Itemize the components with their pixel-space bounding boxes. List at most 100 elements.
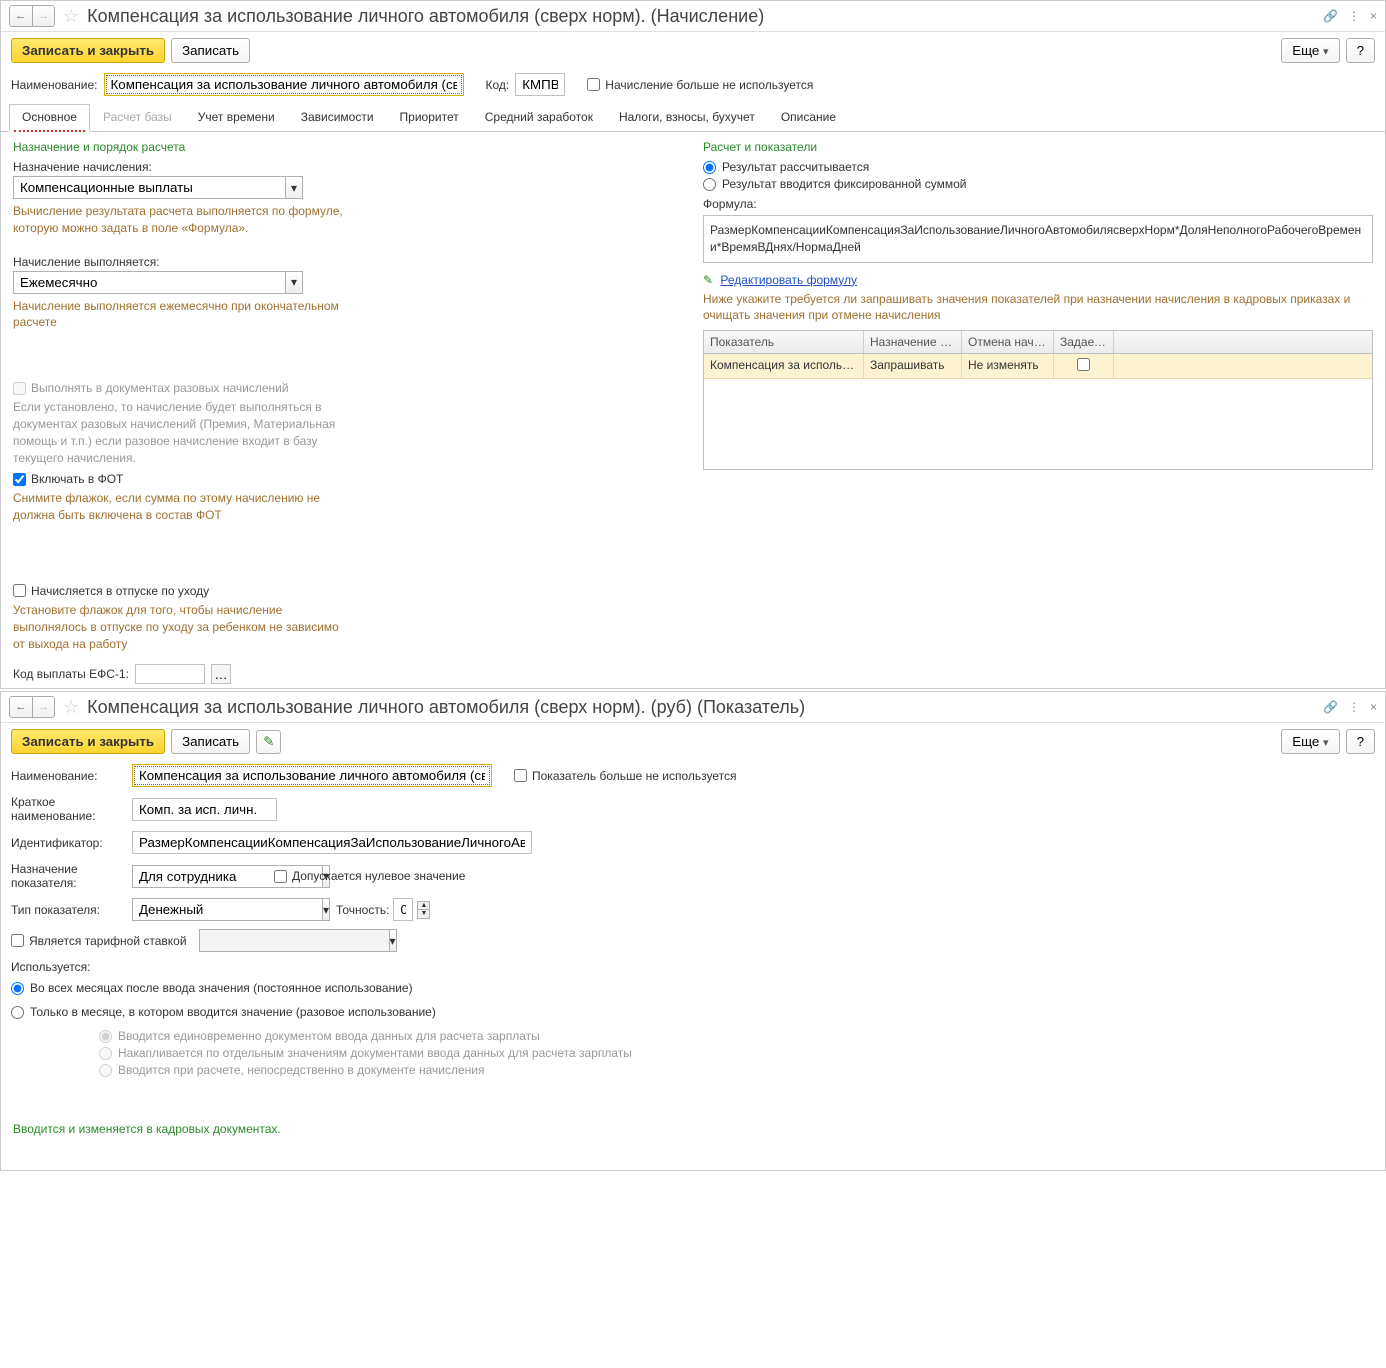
save-close-button[interactable]: Записать и закрыть bbox=[11, 38, 165, 63]
left-column: Назначение и порядок расчета Назначение … bbox=[13, 140, 683, 652]
fot-hint: Снимите флажок, если сумма по этому начи… bbox=[13, 490, 353, 524]
type-select[interactable]: ▾ bbox=[132, 898, 322, 921]
spinner-down-icon[interactable]: ▼ bbox=[418, 910, 429, 918]
type-input[interactable] bbox=[132, 898, 322, 921]
name-label-2: Наименование: bbox=[11, 769, 126, 783]
tab-avg[interactable]: Средний заработок bbox=[472, 104, 606, 131]
sub-radio-2 bbox=[99, 1047, 112, 1060]
kebab-icon[interactable]: ⋮ bbox=[1348, 9, 1360, 23]
name-row: Наименование: Код: Начисление больше не … bbox=[1, 69, 1385, 100]
td-cancel: Не изменять bbox=[962, 354, 1054, 378]
efs-ellipsis-button[interactable]: … bbox=[211, 664, 231, 684]
short-label: Краткое наименование: bbox=[11, 795, 126, 823]
close-icon[interactable]: × bbox=[1370, 9, 1377, 23]
fot-checkbox[interactable] bbox=[13, 473, 26, 486]
not-used-checkbox[interactable] bbox=[587, 78, 600, 91]
vacation-checkbox[interactable] bbox=[13, 584, 26, 597]
table-row[interactable]: Компенсация за использовани... Запрашива… bbox=[704, 354, 1372, 379]
sub-radio-1 bbox=[99, 1030, 112, 1043]
precision-spinner[interactable]: ▲ ▼ bbox=[417, 901, 430, 919]
result-fixed-radio[interactable] bbox=[703, 178, 716, 191]
efs-row: Код выплаты ЕФС-1: … bbox=[1, 660, 1385, 688]
kebab-icon[interactable]: ⋮ bbox=[1348, 700, 1360, 714]
short-input[interactable] bbox=[132, 798, 277, 821]
usage-once-radio[interactable] bbox=[11, 1006, 24, 1019]
not-used-checkbox-2[interactable] bbox=[514, 769, 527, 782]
right-column: Расчет и показатели Результат рассчитыва… bbox=[703, 140, 1373, 652]
sub-radio-3 bbox=[99, 1064, 112, 1077]
tariff-label: Является тарифной ставкой bbox=[29, 934, 187, 948]
td-indicator: Компенсация за использовани... bbox=[704, 354, 864, 378]
favorite-icon[interactable]: ☆ bbox=[63, 697, 79, 718]
purpose-hint: Вычисление результата расчета выполняетс… bbox=[13, 203, 353, 237]
pencil-icon: ✎ bbox=[703, 273, 713, 287]
exec-input[interactable] bbox=[13, 271, 285, 294]
tariff-checkbox[interactable] bbox=[11, 934, 24, 947]
name-input[interactable] bbox=[104, 73, 464, 96]
id-label: Идентификатор: bbox=[11, 836, 126, 850]
indicator-window: ← → ☆ Компенсация за использование лично… bbox=[0, 691, 1386, 1171]
td-sets bbox=[1054, 354, 1114, 378]
back-button[interactable]: ← bbox=[10, 697, 32, 717]
chevron-down-icon[interactable]: ▾ bbox=[285, 271, 303, 294]
tab-desc[interactable]: Описание bbox=[768, 104, 849, 131]
wand-icon: ✎ bbox=[263, 734, 274, 749]
edit-formula-link[interactable]: Редактировать формулу bbox=[720, 273, 857, 287]
help-button[interactable]: ? bbox=[1346, 729, 1375, 754]
tariff-input[interactable] bbox=[199, 929, 389, 952]
precision-input[interactable] bbox=[393, 898, 413, 921]
toolbar-2: Записать и закрыть Записать ✎ Еще ▾ ? bbox=[1, 723, 1385, 760]
save-button[interactable]: Записать bbox=[171, 38, 250, 63]
spinner-up-icon[interactable]: ▲ bbox=[418, 902, 429, 910]
chevron-down-icon[interactable]: ▾ bbox=[285, 176, 303, 199]
th-indicator: Показатель bbox=[704, 331, 864, 353]
sets-checkbox[interactable] bbox=[1077, 358, 1090, 371]
tab-deps[interactable]: Зависимости bbox=[288, 104, 387, 131]
usage-once-label: Только в месяце, в котором вводится знач… bbox=[30, 1005, 436, 1019]
extra-action-button[interactable]: ✎ bbox=[256, 730, 281, 754]
favorite-icon[interactable]: ☆ bbox=[63, 6, 79, 27]
toolbar: Записать и закрыть Записать Еще ▾ ? bbox=[1, 32, 1385, 69]
exec-label: Начисление выполняется: bbox=[13, 255, 683, 269]
exec-select[interactable]: ▾ bbox=[13, 271, 303, 294]
main-content: Назначение и порядок расчета Назначение … bbox=[1, 132, 1385, 660]
back-button[interactable]: ← bbox=[10, 6, 32, 26]
tab-priority[interactable]: Приоритет bbox=[387, 104, 472, 131]
tariff-select[interactable]: ▾ bbox=[199, 929, 349, 952]
code-input[interactable] bbox=[515, 73, 565, 96]
th-sets: Задает бу... bbox=[1054, 331, 1114, 353]
id-input[interactable] bbox=[132, 831, 532, 854]
chevron-down-icon[interactable]: ▾ bbox=[322, 898, 330, 921]
forward-button[interactable]: → bbox=[32, 6, 54, 26]
more-button[interactable]: Еще ▾ bbox=[1281, 729, 1339, 754]
purpose-section-title: Назначение и порядок расчета bbox=[13, 140, 683, 154]
efs-label: Код выплаты ЕФС-1: bbox=[13, 667, 129, 681]
purpose-label-2: Назначение показателя: bbox=[11, 862, 126, 890]
link-icon[interactable]: 🔗 bbox=[1323, 9, 1338, 23]
precision-label: Точность: bbox=[336, 903, 389, 917]
result-calc-radio[interactable] bbox=[703, 161, 716, 174]
fot-label: Включать в ФОТ bbox=[31, 472, 123, 486]
save-button[interactable]: Записать bbox=[171, 729, 250, 754]
link-icon[interactable]: 🔗 bbox=[1323, 700, 1338, 714]
tab-main[interactable]: Основное bbox=[9, 104, 90, 132]
more-button[interactable]: Еще ▾ bbox=[1281, 38, 1339, 63]
help-button[interactable]: ? bbox=[1346, 38, 1375, 63]
forward-button[interactable]: → bbox=[32, 697, 54, 717]
vacation-hint: Установите флажок для того, чтобы начисл… bbox=[13, 602, 353, 652]
tab-time[interactable]: Учет времени bbox=[185, 104, 288, 131]
name-input-2[interactable] bbox=[132, 764, 492, 787]
save-close-button[interactable]: Записать и закрыть bbox=[11, 729, 165, 754]
purpose-select[interactable]: ▾ bbox=[13, 176, 303, 199]
tab-base[interactable]: Расчет базы bbox=[90, 104, 185, 131]
purpose-input[interactable] bbox=[13, 176, 285, 199]
usage-perm-radio[interactable] bbox=[11, 982, 24, 995]
formula-box: РазмерКомпенсацииКомпенсацияЗаИспользова… bbox=[703, 215, 1373, 263]
efs-input[interactable] bbox=[135, 664, 205, 684]
close-icon[interactable]: × bbox=[1370, 700, 1377, 714]
allow-zero-checkbox[interactable] bbox=[274, 870, 287, 883]
chevron-down-icon[interactable]: ▾ bbox=[389, 929, 397, 952]
green-note: Вводится и изменяется в кадровых докумен… bbox=[1, 1114, 1385, 1144]
purpose-select-2[interactable]: ▾ bbox=[132, 865, 262, 888]
tab-tax[interactable]: Налоги, взносы, бухучет bbox=[606, 104, 768, 131]
